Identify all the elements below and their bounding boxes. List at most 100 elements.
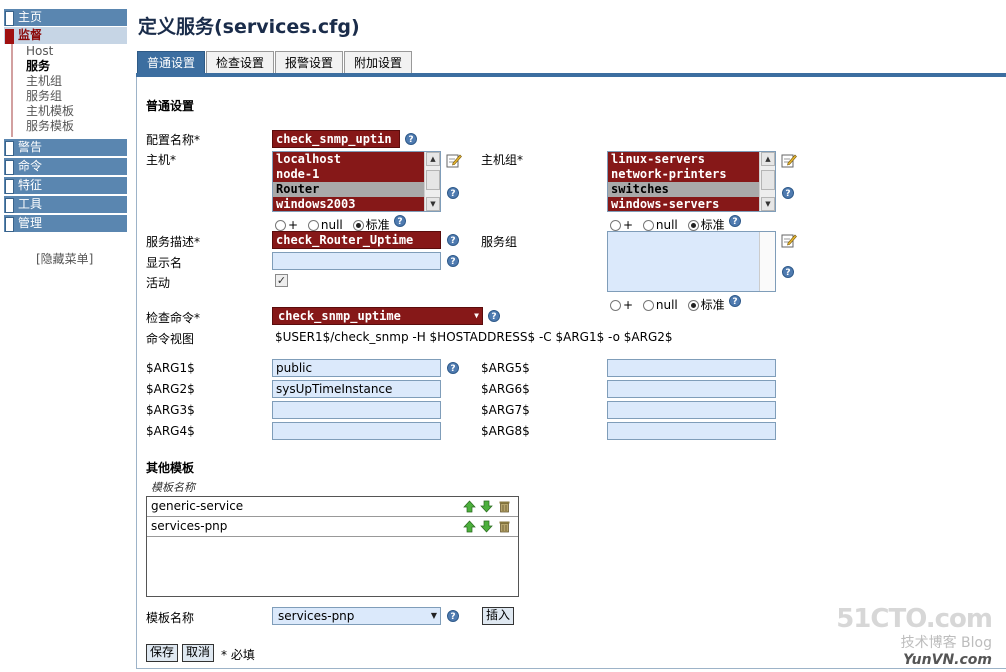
command-view-text: $USER1$/check_snmp -H $HOSTADDRESS$ -C $… (275, 330, 673, 344)
arg7-input[interactable] (607, 401, 776, 419)
radio-null[interactable]: null (642, 218, 678, 232)
scroll-down-icon[interactable]: ▼ (761, 197, 775, 211)
help-icon[interactable]: ? (447, 610, 459, 622)
hide-menu-link[interactable]: [隐藏菜单] (36, 250, 93, 267)
subnav-host-templates[interactable]: 主机模板 (26, 104, 121, 119)
watermark-yunvn: YunVN.com (903, 652, 992, 668)
nav-monitor[interactable]: 监督 (4, 27, 127, 44)
arg5-input[interactable] (607, 359, 776, 377)
watermark-51cto: 51CTO.com (836, 604, 993, 634)
scroll-down-icon[interactable]: ▼ (426, 197, 440, 211)
help-icon[interactable]: ? (405, 133, 417, 145)
service-desc-label: 服务描述* (146, 235, 201, 249)
display-name-input[interactable] (272, 252, 441, 270)
servicegroup-listbox[interactable] (607, 231, 776, 292)
scroll-thumb[interactable] (426, 170, 440, 190)
service-desc-input[interactable]: check_Router_Uptime (272, 231, 441, 249)
cancel-button[interactable]: 取消 (182, 644, 215, 662)
host-list-scrollbar[interactable]: ▲ ▼ (424, 152, 440, 211)
nav-admin[interactable]: 管理 (4, 215, 127, 232)
arg1-input[interactable]: public (272, 359, 441, 377)
list-option[interactable]: node-1 (273, 167, 424, 182)
help-icon[interactable]: ? (394, 215, 406, 227)
nav-home[interactable]: 主页 (4, 9, 127, 26)
scroll-up-icon[interactable]: ▲ (426, 152, 440, 166)
radio-null[interactable]: null (307, 218, 343, 232)
subnav-services[interactable]: 服务 (26, 59, 121, 74)
list-option[interactable]: Router (273, 182, 424, 197)
help-icon[interactable]: ? (447, 234, 459, 246)
help-icon[interactable]: ? (782, 266, 794, 278)
list-option[interactable]: switches (608, 182, 759, 197)
tab-extra[interactable]: 附加设置 (344, 51, 413, 74)
arrow-down-icon[interactable] (480, 500, 493, 513)
insert-button[interactable]: 插入 (482, 607, 515, 625)
help-icon[interactable]: ? (447, 187, 459, 199)
list-option[interactable]: linux-servers (608, 152, 759, 167)
scroll-up-icon[interactable]: ▲ (761, 152, 775, 166)
scroll-thumb[interactable] (761, 170, 775, 190)
help-icon[interactable]: ? (729, 295, 741, 307)
settings-panel: 普通设置 配置名称* check_snmp_uptin ? 主机* localh… (136, 77, 1006, 669)
help-icon[interactable]: ? (782, 187, 794, 199)
arrow-up-icon[interactable] (463, 520, 476, 533)
help-icon[interactable]: ? (447, 362, 459, 374)
help-icon[interactable]: ? (488, 310, 500, 322)
sidebar: 主页 监督 Host 服务 主机组 服务组 主机模板 服务模板 警告 命令 特征… (0, 0, 132, 672)
config-name-input[interactable]: check_snmp_uptin (272, 130, 400, 148)
required-note: * 必填 (221, 648, 255, 662)
host-radio-group: + null 标准 (275, 216, 396, 232)
list-option[interactable]: windows-servers (608, 197, 759, 211)
arg2-input[interactable]: sysUpTimeInstance (272, 380, 441, 398)
edit-icon[interactable] (446, 152, 462, 168)
subnav-host[interactable]: Host (26, 44, 121, 59)
arrow-down-icon[interactable] (480, 520, 493, 533)
subnav-servicegroups[interactable]: 服务组 (26, 89, 121, 104)
delete-icon[interactable] (498, 500, 511, 513)
subnav-service-templates[interactable]: 服务模板 (26, 119, 121, 134)
arg3-input[interactable] (272, 401, 441, 419)
host-listbox[interactable]: localhost node-1 Router windows2003 ▲ ▼ (272, 151, 441, 212)
list-item[interactable]: services-pnp (147, 517, 518, 537)
arg6-input[interactable] (607, 380, 776, 398)
help-icon[interactable]: ? (729, 215, 741, 227)
arrow-up-icon[interactable] (463, 500, 476, 513)
list-option[interactable]: localhost (273, 152, 424, 167)
radio-standard[interactable]: 标准 (687, 298, 725, 312)
watermark-blog: 技术博客 Blog (900, 635, 992, 651)
radio-null[interactable]: null (642, 298, 678, 312)
host-label: 主机* (146, 153, 177, 167)
arg7-label: $ARG7$ (481, 403, 530, 417)
hostgroup-list-scrollbar[interactable]: ▲ ▼ (759, 152, 775, 211)
edit-icon[interactable] (781, 232, 797, 248)
edit-icon[interactable] (781, 152, 797, 168)
active-checkbox[interactable]: ✓ (275, 274, 288, 287)
nav-alerts[interactable]: 警告 (4, 139, 127, 156)
help-icon[interactable]: ? (447, 255, 459, 267)
hostgroup-listbox[interactable]: linux-servers network-printers switches win… (607, 151, 776, 212)
nav-features[interactable]: 特征 (4, 177, 127, 194)
nav-tools[interactable]: 工具 (4, 196, 127, 213)
arg4-input[interactable] (272, 422, 441, 440)
tab-alert[interactable]: 报警设置 (275, 51, 344, 74)
nav-commands[interactable]: 命令 (4, 158, 127, 175)
tab-check[interactable]: 检查设置 (206, 51, 275, 74)
radio-standard[interactable]: 标准 (687, 218, 725, 232)
subnav-hostgroups[interactable]: 主机组 (26, 74, 121, 89)
arg8-input[interactable] (607, 422, 776, 440)
servicegroup-scrollbar[interactable] (759, 232, 775, 291)
radio-standard[interactable]: 标准 (352, 218, 390, 232)
display-name-label: 显示名 (146, 256, 183, 270)
template-select[interactable]: services-pnp ▼ (272, 607, 441, 625)
list-option[interactable]: network-printers (608, 167, 759, 182)
servicegroup-label: 服务组 (481, 235, 518, 249)
list-option[interactable]: windows2003 (273, 197, 424, 211)
radio-plus[interactable]: + (610, 218, 633, 232)
list-item[interactable]: generic-service (147, 497, 518, 517)
radio-plus[interactable]: + (275, 218, 298, 232)
save-button[interactable]: 保存 (146, 644, 179, 662)
check-command-select[interactable]: check_snmp_uptime ▼ (272, 307, 483, 325)
tab-general[interactable]: 普通设置 (137, 51, 206, 74)
radio-plus[interactable]: + (610, 298, 633, 312)
delete-icon[interactable] (498, 520, 511, 533)
